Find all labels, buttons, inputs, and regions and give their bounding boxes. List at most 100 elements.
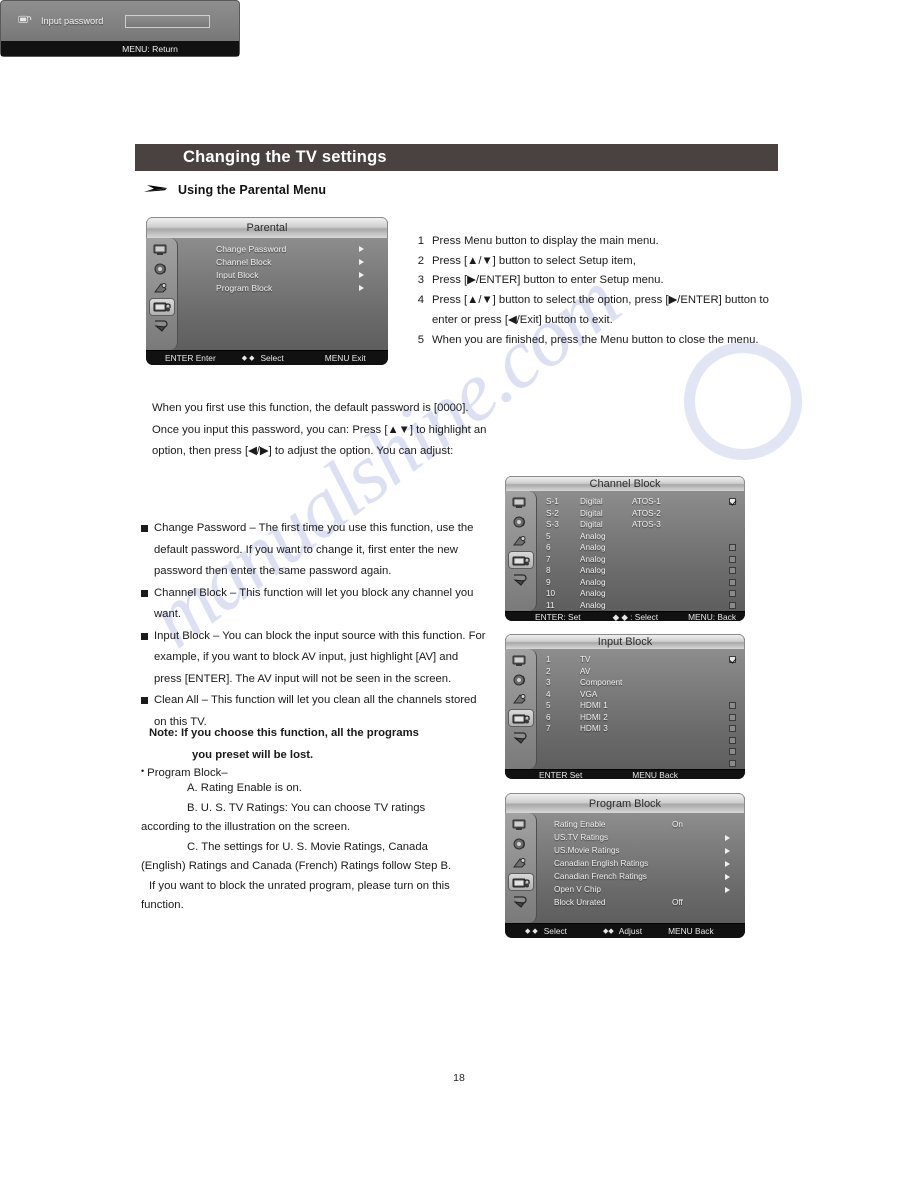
parental-lock-icon[interactable] [508, 710, 533, 726]
note-block: Note: If you choose this function, all t… [149, 723, 494, 766]
osd-menu-item-label: Change Password [216, 243, 287, 254]
intro-paragraph: When you first use this function, the de… [152, 402, 487, 457]
checkbox-unchecked[interactable] [729, 725, 736, 733]
bullet-item: Change Password – The first time you use… [141, 518, 486, 583]
chevron-right-icon [725, 886, 730, 893]
audio-icon[interactable] [509, 672, 533, 688]
osd-channel-rows: S-1 Digital ATOS-1 S-2 Digital ATOS-2 S-3 Digit… [537, 491, 745, 611]
function-icon[interactable] [509, 533, 533, 549]
table-row[interactable]: 7 HDMI 3 [537, 723, 745, 735]
password-input[interactable] [125, 14, 211, 28]
osd-menu-item[interactable]: US.Movie Ratings [537, 844, 745, 857]
table-row[interactable]: 5 Analog [537, 531, 745, 543]
footer-menu-back: MENU: Back [688, 612, 737, 621]
channel-type: Analog [580, 566, 606, 575]
password-footer-label: MENU: Return [122, 43, 178, 54]
feature-bullet-list: Change Password – The first time you use… [141, 518, 486, 733]
checkbox-unchecked[interactable] [729, 578, 736, 586]
function-icon[interactable] [509, 691, 533, 707]
channel-type: Digital [580, 497, 603, 506]
checkbox-unchecked[interactable] [729, 601, 736, 609]
osd-menu-item[interactable]: Canadian French Ratings [537, 870, 745, 883]
osd-menu-item[interactable]: Change Password [178, 243, 388, 256]
osd-menu-item[interactable]: US.TV Ratings [537, 831, 745, 844]
picture-icon[interactable] [509, 817, 533, 833]
osd-sidebar [505, 813, 537, 923]
checkbox-unchecked[interactable] [729, 544, 736, 552]
checkbox-unchecked[interactable] [729, 702, 736, 710]
picture-icon[interactable] [509, 653, 533, 669]
table-row[interactable]: 1 TV [537, 654, 745, 666]
parental-lock-icon[interactable] [508, 552, 533, 568]
table-row[interactable]: S-3 Digital ATOS-3 [537, 519, 745, 531]
osd-menu-item[interactable]: Channel Block [178, 256, 388, 269]
table-row[interactable]: 6 Analog [537, 542, 745, 554]
function-icon[interactable] [509, 855, 533, 871]
audio-icon[interactable] [509, 836, 533, 852]
osd-channel-block[interactable]: Channel Block S-1 Digital ATOS-1 S-2 Digital… [505, 476, 745, 621]
setup-icon[interactable] [150, 318, 174, 334]
input-name: HDMI 2 [580, 712, 608, 722]
table-row[interactable] [537, 735, 745, 747]
square-bullet-icon [141, 632, 148, 640]
checkbox-unchecked[interactable] [729, 590, 736, 598]
osd-menu-item[interactable]: Block Unrated Off [537, 896, 745, 909]
audio-icon[interactable] [509, 514, 533, 530]
osd-input-footer: ENTER Set MENU Back [505, 769, 745, 779]
table-row[interactable]: S-2 Digital ATOS-2 [537, 508, 745, 520]
table-row[interactable]: 8 Analog [537, 565, 745, 577]
chevron-right-icon [725, 834, 730, 841]
bullet-item: Input Block – You can block the input so… [141, 626, 486, 691]
table-row[interactable] [537, 746, 745, 758]
osd-menu-item[interactable]: Open V Chip [537, 883, 745, 896]
pb-note-c2: (English) Ratings and Canada (French) Ra… [141, 860, 452, 872]
table-row[interactable]: 5 HDMI 1 [537, 700, 745, 712]
osd-channel-body: S-1 Digital ATOS-1 S-2 Digital ATOS-2 S-3 Digit… [505, 491, 745, 611]
parental-lock-icon[interactable] [149, 298, 174, 315]
table-row[interactable]: 11 Analog [537, 600, 745, 612]
table-row[interactable]: 9 Analog [537, 577, 745, 589]
osd-menu-item[interactable]: Rating Enable On [537, 818, 745, 831]
table-row[interactable]: 6 HDMI 2 [537, 712, 745, 724]
checkbox-checked[interactable] [729, 656, 736, 664]
osd-menu-item[interactable]: Canadian English Ratings [537, 857, 745, 870]
osd-program-block[interactable]: Program Block Rating Enable On US.TV Ratin… [505, 793, 745, 938]
picture-icon[interactable] [509, 495, 533, 511]
osd-input-block[interactable]: Input Block 1 TV 2 AV 3 Component 4 VGA 5 HDMI 1 6… [505, 634, 745, 779]
osd-input-password[interactable]: Input password MENU: Return [0, 0, 240, 57]
table-row[interactable]: 2 AV [537, 666, 745, 678]
checkbox-unchecked[interactable] [729, 736, 736, 744]
osd-channel-footer: ENTER: Set ◆ ◆ : Select MENU: Back [505, 611, 745, 621]
picture-icon[interactable] [150, 242, 174, 258]
step-item: 4 Press [▲/▼] button to select the option… [415, 291, 790, 330]
pb-note-c: C. The settings for U. S. Movie Ratings,… [187, 840, 428, 853]
bullet-text: Change Password – The first time you use… [154, 522, 474, 577]
table-row[interactable] [537, 758, 745, 770]
checkbox-unchecked[interactable] [729, 748, 736, 756]
table-row[interactable]: 7 Analog [537, 554, 745, 566]
table-row[interactable]: S-1 Digital ATOS-1 [537, 496, 745, 508]
bullet-text: Channel Block – This function will let y… [154, 586, 474, 621]
square-bullet-icon [141, 525, 148, 532]
audio-icon[interactable] [150, 261, 174, 277]
function-icon[interactable] [150, 280, 174, 296]
osd-menu-item[interactable]: Program Block [178, 282, 388, 295]
checkbox-unchecked[interactable] [729, 713, 736, 721]
step-text: Press [▲/▼] button to select Setup item, [432, 254, 636, 267]
checkbox-unchecked[interactable] [729, 567, 736, 575]
table-row[interactable]: 10 Analog [537, 588, 745, 600]
osd-menu-item[interactable]: Input Block [178, 269, 388, 282]
subsection-label: Using the Parental Menu [178, 183, 327, 197]
parental-lock-icon[interactable] [508, 874, 533, 891]
checkbox-unchecked[interactable] [729, 759, 736, 767]
checkbox-checked[interactable] [729, 498, 736, 506]
setup-icon[interactable] [509, 893, 533, 909]
checkbox-unchecked[interactable] [729, 555, 736, 563]
footer-adjust: Adjust [618, 926, 643, 936]
osd-parental-menu[interactable]: Parental Change Password Channel Block I… [146, 217, 388, 365]
setup-icon[interactable] [509, 729, 533, 745]
square-bullet-icon [141, 589, 148, 597]
table-row[interactable]: 4 VGA [537, 689, 745, 701]
setup-icon[interactable] [509, 571, 533, 587]
table-row[interactable]: 3 Component [537, 677, 745, 689]
